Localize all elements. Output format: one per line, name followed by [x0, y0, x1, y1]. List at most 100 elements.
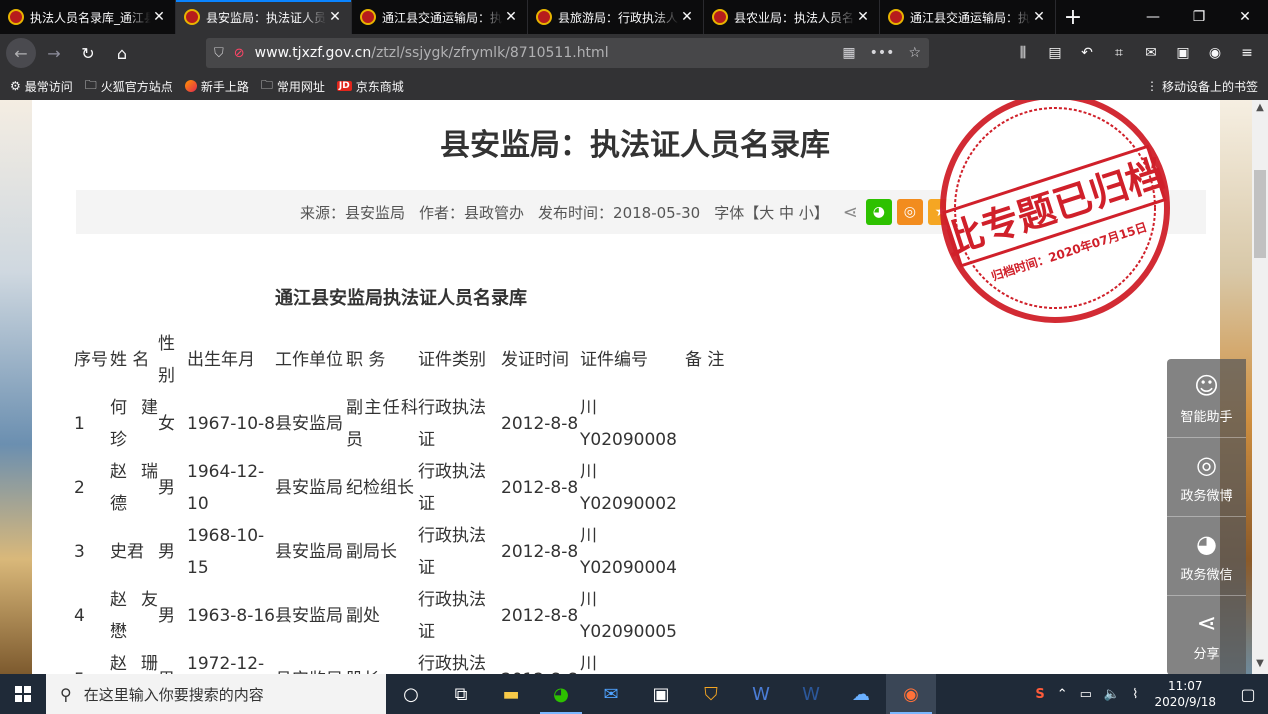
bookmark-firefox-site[interactable]: 🗀 火狐官方站点: [85, 76, 173, 97]
file-explorer-icon[interactable]: ▬: [486, 674, 536, 714]
gov-weibo-button[interactable]: ◎ 政务微博: [1167, 438, 1246, 517]
chat-icon[interactable]: ✉: [1138, 38, 1164, 68]
tray-expand-icon[interactable]: ⌃: [1057, 687, 1068, 702]
source-label: 来源：县安监局: [300, 203, 406, 222]
home-button[interactable]: ⌂: [106, 37, 138, 69]
start-button[interactable]: [0, 674, 46, 714]
column-header: 姓 名: [110, 350, 150, 370]
close-icon[interactable]: ✕: [855, 9, 871, 25]
sidebar-icon[interactable]: ▤: [1042, 38, 1068, 68]
publish-date: 发布时间：2018-05-30: [538, 203, 701, 222]
url-path: /ztzl/ssjygk/zfrymlk/8710511.html: [371, 45, 609, 61]
new-tab-button[interactable]: +: [1056, 0, 1090, 34]
word-doc-icon[interactable]: W: [786, 674, 836, 714]
robot-icon: ☺: [1193, 371, 1220, 400]
cortana-icon[interactable]: ○: [386, 674, 436, 714]
back-button[interactable]: ←: [6, 38, 36, 68]
firefox-icon[interactable]: ◉: [886, 674, 936, 714]
bookmark-getting-started[interactable]: 新手上路: [184, 78, 249, 95]
store-icon[interactable]: ▣: [636, 674, 686, 714]
bookmark-star-icon[interactable]: ☆: [908, 45, 921, 61]
weibo-share-icon[interactable]: ◎: [896, 199, 923, 225]
mobile-bookmarks[interactable]: ⋮ 移动设备上的书签: [1146, 78, 1258, 95]
person-name: 何 建 珍: [110, 398, 158, 450]
bookmark-label: 常用网址: [276, 79, 325, 94]
gov-emblem-icon: [712, 9, 728, 25]
person-name: 赵 友 懋: [110, 590, 158, 642]
qr-code-icon[interactable]: ▦: [842, 45, 855, 61]
page-title: 县安监局：执法证人员名录库: [440, 128, 830, 163]
sogou-input-icon[interactable]: S: [1035, 687, 1044, 702]
wechat-share-icon[interactable]: ◕: [865, 199, 892, 225]
battery-icon[interactable]: ▭: [1080, 687, 1092, 702]
close-icon[interactable]: ✕: [679, 9, 695, 25]
address-bar[interactable]: ⛉ ⊘ www.tjxzf.gov.cn/ztzl/ssjygk/zfrymlk…: [206, 38, 929, 68]
person-gender: 男: [158, 648, 187, 674]
tab-5[interactable]: 通江县交通运输局：执 ✕: [880, 0, 1056, 34]
volume-icon[interactable]: 🔈: [1104, 687, 1120, 702]
note: [685, 648, 745, 674]
restore-button[interactable]: ❐: [1176, 0, 1222, 34]
minimize-button[interactable]: —: [1130, 0, 1176, 34]
row-number: 5: [74, 648, 110, 674]
close-window-button[interactable]: ✕: [1222, 0, 1268, 34]
tracking-shield-icon[interactable]: ⛉: [214, 46, 224, 61]
screenshot-icon[interactable]: ⌗: [1106, 38, 1132, 68]
share-icon[interactable]: ⋖: [843, 202, 858, 223]
close-icon[interactable]: ✕: [327, 9, 343, 25]
mail-icon[interactable]: ✉: [586, 674, 636, 714]
close-icon[interactable]: ✕: [503, 9, 519, 25]
scrollbar-thumb[interactable]: [1254, 170, 1266, 258]
container-icon[interactable]: ▣: [1170, 38, 1196, 68]
scroll-up-icon[interactable]: ▲: [1252, 102, 1268, 113]
system-tray: S ⌃ ▭ 🔈 ⌇ 11:07 2020/9/18 ▢: [1029, 674, 1268, 714]
account-icon[interactable]: ◉: [1202, 38, 1228, 68]
share-button[interactable]: ⋖ 分享: [1167, 596, 1246, 674]
close-icon[interactable]: ✕: [151, 9, 167, 25]
column-header: 性别: [158, 334, 175, 386]
page-actions-icon[interactable]: •••: [870, 45, 895, 61]
bookmark-jd[interactable]: JD 京东商城: [336, 78, 404, 95]
notification-icon[interactable]: ▢: [1228, 674, 1268, 714]
tab-2[interactable]: 通江县交通运输局：执 ✕: [352, 0, 528, 34]
library-icon[interactable]: ⫼: [1010, 38, 1036, 68]
tab-0[interactable]: 执法人员名录库_通江县 ✕: [0, 0, 176, 34]
wechat-app-icon[interactable]: ◕: [536, 674, 586, 714]
weibo-icon: ◎: [1196, 450, 1217, 479]
menu-icon[interactable]: ≡: [1234, 38, 1260, 68]
column-header: 发证时间: [501, 350, 569, 370]
tab-title: 通江县交通运输局：执: [382, 10, 503, 25]
bookmark-most-visited[interactable]: ⚙ 最常访问: [10, 78, 73, 95]
smart-assistant-button[interactable]: ☺ 智能助手: [1167, 359, 1246, 438]
security-icon[interactable]: ⛉: [686, 674, 736, 714]
baidu-netdisk-icon[interactable]: ☁: [836, 674, 886, 714]
page-scrollbar[interactable]: ▲ ▼: [1252, 100, 1268, 674]
row-number: 3: [74, 542, 85, 562]
tab-3[interactable]: 县旅游局：行政执法人 ✕: [528, 0, 704, 34]
system-clock[interactable]: 11:07 2020/9/18: [1154, 678, 1216, 710]
gov-emblem-icon: [184, 9, 200, 25]
issue-date: 2012-8-8: [501, 414, 579, 434]
word-icon[interactable]: W: [736, 674, 786, 714]
taskbar-search-input[interactable]: ⚲ 在这里输入你要搜索的内容: [46, 674, 386, 714]
person-gender: 男: [158, 542, 175, 562]
issue-date: 2012-8-8: [501, 606, 579, 626]
cert-number: 川Y02090006: [580, 654, 597, 674]
bookmark-common-sites[interactable]: 🗀 常用网址: [261, 76, 325, 97]
network-icon[interactable]: ⌇: [1132, 687, 1138, 702]
undo-icon[interactable]: ↶: [1074, 38, 1100, 68]
task-view-icon[interactable]: ⧉: [436, 674, 486, 714]
tab-1[interactable]: 县安监局：执法证人员名 ✕: [176, 0, 352, 34]
scroll-down-icon[interactable]: ▼: [1252, 658, 1268, 669]
note: [685, 392, 745, 456]
forward-button[interactable]: →: [38, 37, 70, 69]
close-icon[interactable]: ✕: [1031, 9, 1047, 25]
font-size-switcher[interactable]: 字体【大 中 小】: [714, 202, 829, 223]
insecure-lock-icon[interactable]: ⊘: [234, 46, 245, 61]
tab-4[interactable]: 县农业局：执法人员名 ✕: [704, 0, 880, 34]
gov-wechat-button[interactable]: ◕ 政务微信: [1167, 517, 1246, 596]
person-gender: 男: [158, 606, 175, 626]
reload-button[interactable]: ↻: [72, 37, 104, 69]
issue-date: 2012-8-8: [501, 478, 579, 498]
windows-logo-icon: [15, 686, 31, 702]
